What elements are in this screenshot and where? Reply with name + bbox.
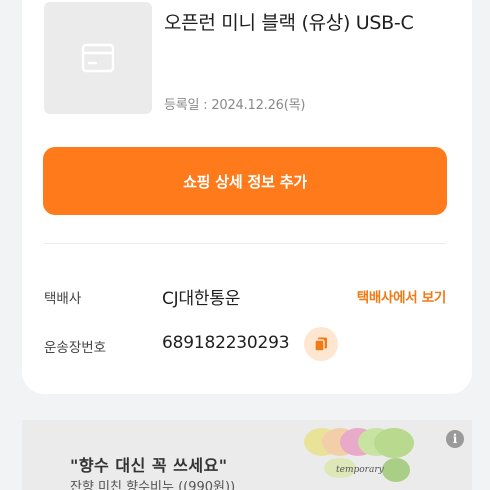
info-icon[interactable]: i (446, 430, 464, 448)
courier-label: 택배사 (44, 291, 82, 307)
ad-title: "향수 대신 꼭 쓰세요" (70, 456, 228, 475)
tracking-label: 운송장번호 (44, 340, 107, 356)
product-thumbnail[interactable] (44, 2, 152, 114)
tracking-number: 689182230293 (162, 333, 290, 353)
copy-icon (314, 337, 327, 352)
ad-subtitle: 잔향 미친 향수비누 ((990원)) (70, 480, 236, 490)
view-courier-link[interactable]: 택배사에서 보기 (357, 286, 447, 306)
product-title[interactable]: 오픈런 미니 블랙 (유상) USB-C (164, 8, 414, 35)
courier-value: CJ대한통운 (162, 289, 241, 309)
soap-product-image (304, 428, 414, 482)
divider (44, 243, 446, 244)
registration-date: 등록일 : 2024.12.26(목) (164, 98, 306, 113)
ad-brand-text: temporary (336, 465, 384, 475)
image-placeholder-icon (81, 43, 115, 73)
copy-tracking-button[interactable] (304, 327, 338, 361)
add-shopping-details-button[interactable]: 쇼핑 상세 정보 추가 (43, 147, 447, 215)
